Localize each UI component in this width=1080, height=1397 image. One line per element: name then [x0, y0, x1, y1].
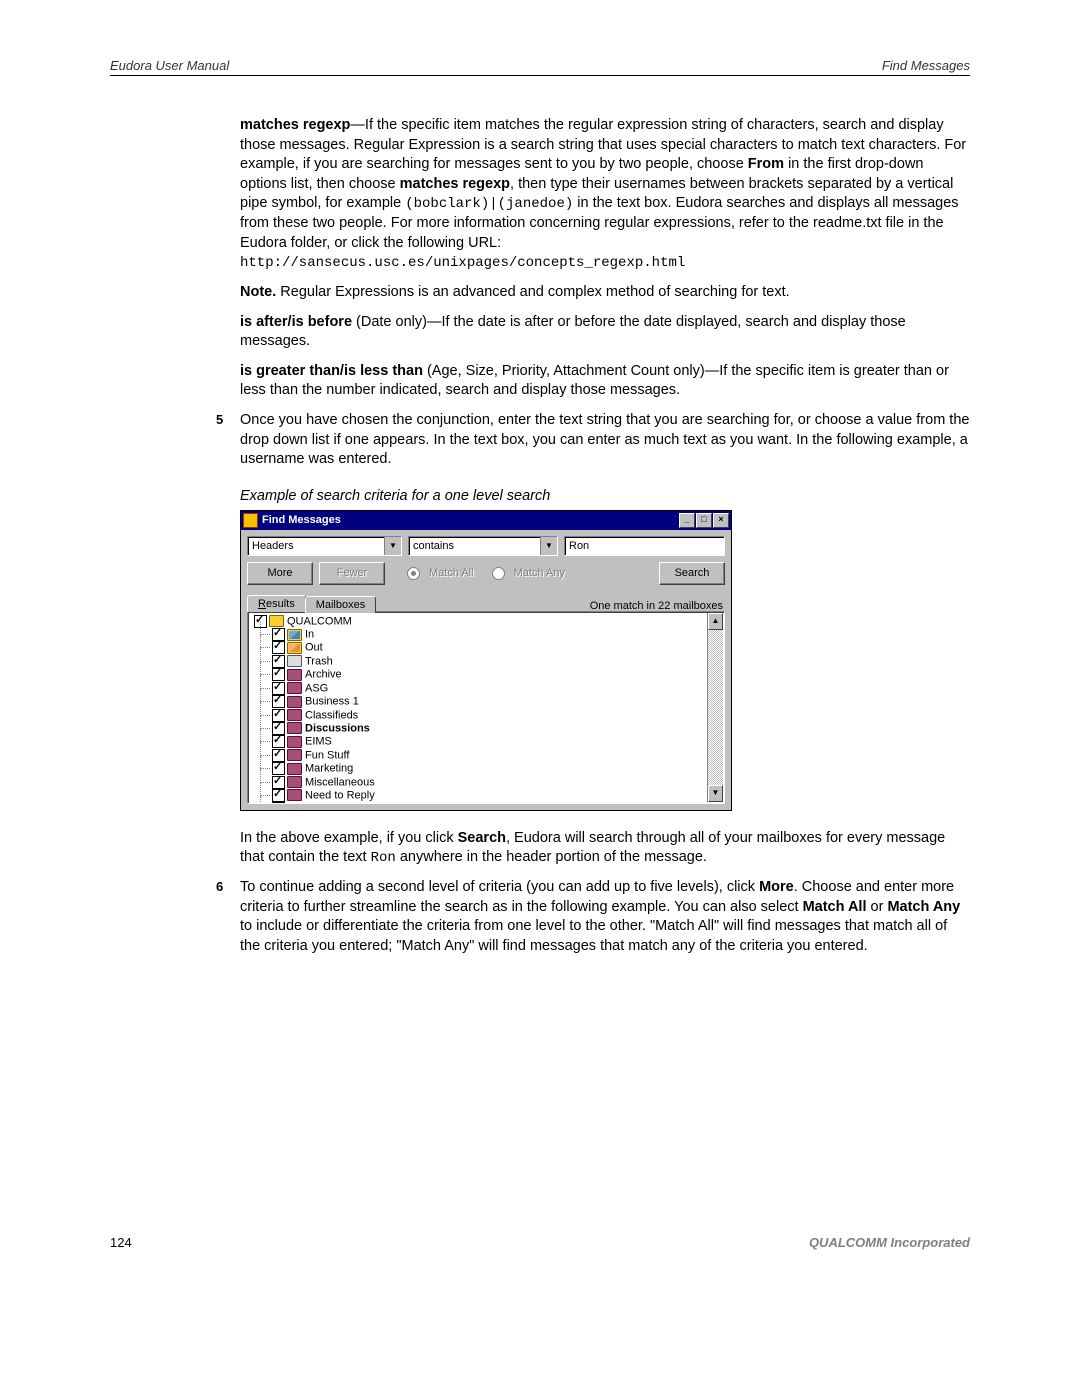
app-icon [243, 513, 258, 528]
field-dropdown[interactable]: Headers▼ [247, 536, 402, 556]
para-is-after: is after/is before (Date only)—If the da… [240, 313, 970, 352]
scroll-down-button[interactable]: ▼ [708, 785, 723, 802]
chevron-down-icon: ▼ [384, 537, 401, 555]
titlebar[interactable]: Find Messages _ □ × [241, 511, 731, 530]
tree-item[interactable]: Discussions [270, 722, 722, 735]
more-button[interactable]: More [247, 562, 313, 585]
tree-root[interactable]: QUALCOMM InOutTrashArchiveASGBusiness 1C… [252, 615, 722, 804]
tree-item[interactable]: Marketing [270, 762, 722, 775]
tree-item[interactable]: Fun Stuff [270, 749, 722, 762]
checkbox-icon[interactable] [272, 722, 285, 735]
folder-icon [287, 642, 302, 654]
tree-item[interactable]: In [270, 628, 722, 641]
match-any-radio[interactable] [492, 567, 505, 580]
folder-icon [287, 722, 302, 734]
tree-item[interactable]: Peanut [270, 802, 722, 803]
scrollbar[interactable]: ▲ ▼ [707, 613, 723, 802]
regexp-url: http://sansecus.usc.es/unixpages/concept… [240, 255, 685, 271]
header-left: Eudora User Manual [110, 58, 229, 73]
chevron-down-icon: ▼ [540, 537, 557, 555]
checkbox-icon[interactable] [272, 641, 285, 654]
folder-icon [287, 682, 302, 694]
tree-item[interactable]: Need to Reply [270, 789, 722, 802]
tree-item[interactable]: Archive [270, 668, 722, 681]
tab-mailboxes[interactable]: Mailboxes [305, 596, 377, 613]
tree-item[interactable]: Business 1 [270, 695, 722, 708]
folder-icon [287, 736, 302, 748]
footer-corp: QUALCOMM Incorporated [809, 1235, 970, 1250]
para-matches-regexp: matches regexp—If the specific item matc… [240, 116, 970, 273]
checkbox-icon[interactable] [272, 695, 285, 708]
page-footer: 124 QUALCOMM Incorporated [110, 1235, 970, 1250]
search-text-input[interactable]: Ron [564, 536, 725, 556]
tab-results[interactable]: Results [247, 595, 306, 612]
match-all-radio[interactable] [407, 567, 420, 580]
checkbox-icon[interactable] [272, 749, 285, 762]
folder-icon [287, 776, 302, 788]
checkbox-icon[interactable] [272, 762, 285, 775]
folder-icon [287, 696, 302, 708]
checkbox-icon[interactable] [272, 709, 285, 722]
folder-icon [287, 669, 302, 681]
checkbox-icon[interactable] [272, 668, 285, 681]
folder-icon [287, 789, 302, 801]
scroll-up-button[interactable]: ▲ [708, 613, 723, 630]
tree-item[interactable]: Classifieds [270, 709, 722, 722]
match-any-label: Match Any [514, 567, 565, 579]
folder-icon [269, 615, 284, 627]
fewer-button: Fewer [319, 562, 385, 585]
para-is-greater: is greater than/is less than (Age, Size,… [240, 362, 970, 401]
checkbox-icon[interactable] [272, 789, 285, 802]
tree-item[interactable]: Trash [270, 655, 722, 668]
minimize-button[interactable]: _ [679, 513, 695, 528]
find-messages-window: Find Messages _ □ × Headers▼ contains▼ [240, 510, 732, 811]
match-all-label: Match All [429, 567, 474, 579]
header-right: Find Messages [882, 58, 970, 73]
checkbox-icon[interactable] [272, 735, 285, 748]
figure-caption: Example of search criteria for a one lev… [240, 488, 970, 504]
folder-icon [287, 709, 302, 721]
tree-item[interactable]: Out [270, 641, 722, 654]
maximize-button[interactable]: □ [696, 513, 712, 528]
page-header: Eudora User Manual Find Messages [110, 58, 970, 76]
folder-icon [287, 763, 302, 775]
operator-dropdown[interactable]: contains▼ [408, 536, 558, 556]
checkbox-icon[interactable] [272, 682, 285, 695]
mailbox-tree[interactable]: QUALCOMM InOutTrashArchiveASGBusiness 1C… [247, 611, 725, 804]
step-6-number: 6 [216, 878, 223, 896]
status-text: One match in 22 mailboxes [590, 597, 725, 612]
search-button[interactable]: Search [659, 562, 725, 585]
para-after-figure: In the above example, if you click Searc… [240, 829, 970, 868]
step-6: 6 To continue adding a second level of c… [240, 878, 970, 956]
folder-icon [287, 629, 302, 641]
tree-item[interactable]: Miscellaneous [270, 776, 722, 789]
para-note: Note. Regular Expressions is an advanced… [240, 283, 970, 303]
checkbox-icon[interactable] [272, 802, 285, 803]
folder-icon [287, 803, 302, 804]
tree-item[interactable]: ASG [270, 682, 722, 695]
close-button[interactable]: × [713, 513, 729, 528]
folder-icon [287, 749, 302, 761]
page-number: 124 [110, 1235, 132, 1250]
checkbox-icon[interactable] [272, 776, 285, 789]
checkbox-icon[interactable] [272, 655, 285, 668]
step-5-number: 5 [216, 411, 223, 429]
window-title: Find Messages [262, 514, 341, 526]
folder-icon [287, 655, 302, 667]
checkbox-icon[interactable] [272, 628, 285, 641]
step-5: 5 Once you have chosen the conjunction, … [240, 411, 970, 470]
tree-item[interactable]: EIMS [270, 735, 722, 748]
